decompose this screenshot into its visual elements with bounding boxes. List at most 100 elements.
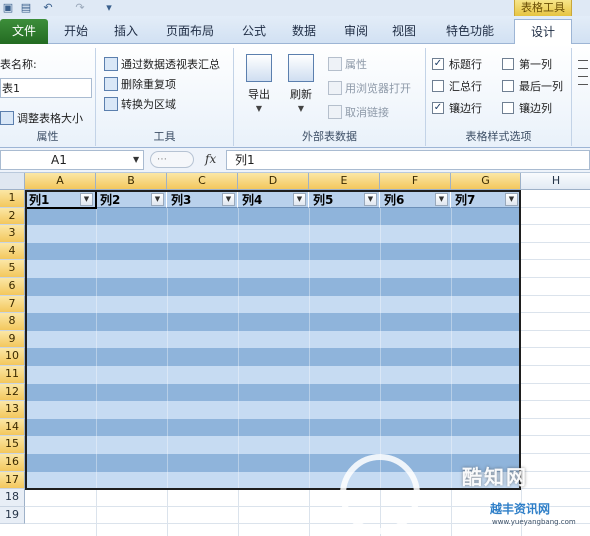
table-data-row[interactable]: [25, 436, 521, 454]
table-data-row[interactable]: [25, 278, 521, 296]
header-row-checkbox[interactable]: ✓ 标题行: [432, 56, 482, 72]
row-header[interactable]: 3: [0, 225, 25, 243]
row-header[interactable]: 16: [0, 454, 25, 472]
tab-view[interactable]: 视图: [384, 19, 424, 44]
table-data-row[interactable]: [25, 401, 521, 419]
banded-rows-checkbox[interactable]: ✓ 镶边行: [432, 100, 482, 116]
table-header-cell[interactable]: 列7 ▼: [451, 191, 521, 208]
column-header-f[interactable]: F: [380, 173, 451, 190]
unlink-button[interactable]: 取消链接: [328, 104, 389, 120]
filter-dropdown-icon[interactable]: ▼: [222, 192, 235, 206]
row-header[interactable]: 12: [0, 383, 25, 402]
row-header[interactable]: 10: [0, 348, 25, 366]
filter-dropdown-icon[interactable]: ▼: [293, 192, 306, 206]
row-header[interactable]: 8: [0, 313, 25, 331]
unlink-label: 取消链接: [345, 106, 389, 119]
row-header[interactable]: 1: [0, 190, 25, 208]
tab-page-layout[interactable]: 页面布局: [160, 19, 220, 44]
worksheet-grid[interactable]: A B C D E F G H 1 2 3 4 5 6 7 8 9 10 11 12 13 14 15 16 1…: [0, 173, 590, 536]
name-box-dropdown-icon[interactable]: ▼: [133, 155, 139, 164]
filter-dropdown-icon[interactable]: ▼: [151, 192, 164, 206]
active-cell-cursor: [25, 190, 97, 209]
column-header-d[interactable]: D: [238, 173, 309, 190]
tab-home[interactable]: 开始: [56, 19, 96, 44]
first-column-checkbox[interactable]: 第一列: [502, 56, 552, 72]
convert-to-range-button[interactable]: 转换为区域: [104, 96, 176, 112]
properties-button[interactable]: 属性: [328, 56, 367, 72]
open-in-browser-label: 用浏览器打开: [345, 82, 411, 95]
row-header[interactable]: 14: [0, 418, 25, 437]
tab-special-features[interactable]: 特色功能: [440, 19, 500, 44]
table-data-row[interactable]: [25, 313, 521, 331]
column-header-a[interactable]: A: [25, 173, 96, 190]
select-all-corner[interactable]: [0, 173, 25, 190]
export-button[interactable]: 导出 ▼: [246, 54, 272, 113]
table-data-row[interactable]: [25, 471, 521, 490]
table-data-row[interactable]: [25, 330, 521, 349]
filter-dropdown-icon[interactable]: ▼: [505, 192, 518, 206]
tab-review[interactable]: 审阅: [336, 19, 376, 44]
tab-formulas[interactable]: 公式: [234, 19, 274, 44]
row-header[interactable]: 2: [0, 207, 25, 226]
gridline: [380, 489, 381, 536]
gridline: [238, 489, 239, 536]
column-header-g[interactable]: G: [451, 173, 521, 190]
table-data-row[interactable]: [25, 418, 521, 437]
formula-input[interactable]: 列1: [226, 150, 590, 170]
filter-dropdown-icon[interactable]: ▼: [435, 192, 448, 206]
last-column-box: [502, 80, 514, 92]
resize-table-button[interactable]: 调整表格大小: [0, 110, 83, 126]
refresh-button[interactable]: 刷新 ▼: [288, 54, 314, 113]
banded-columns-checkbox[interactable]: 镶边列: [502, 100, 552, 116]
column-header-b[interactable]: B: [96, 173, 167, 190]
row-header[interactable]: 19: [0, 506, 25, 525]
row-header[interactable]: 7: [0, 295, 25, 314]
row-header[interactable]: 6: [0, 278, 25, 296]
open-in-browser-button[interactable]: 用浏览器打开: [328, 80, 411, 96]
remove-duplicates-button[interactable]: 删除重复项: [104, 76, 176, 92]
table-data-row[interactable]: [25, 225, 521, 243]
row-header[interactable]: 9: [0, 330, 25, 349]
formula-bar-resize-handle[interactable]: ⋯: [150, 151, 194, 168]
row-header[interactable]: 18: [0, 489, 25, 507]
table-data-row[interactable]: [25, 454, 521, 472]
table-styles-gallery[interactable]: [576, 56, 590, 106]
table-data-row[interactable]: [25, 260, 521, 278]
table-header-cell[interactable]: 列4 ▼: [238, 191, 309, 208]
undo-icon[interactable]: ↶: [42, 1, 54, 14]
tab-file[interactable]: 文件: [0, 19, 48, 44]
redo-icon[interactable]: ↷: [74, 1, 86, 14]
row-header[interactable]: 5: [0, 260, 25, 278]
table-data-row[interactable]: [25, 207, 521, 226]
table-data-row[interactable]: [25, 295, 521, 314]
tab-insert[interactable]: 插入: [106, 19, 146, 44]
group-properties: 表名称: 表1 调整表格大小 属性: [0, 48, 96, 146]
save-icon[interactable]: ▤: [20, 1, 32, 14]
row-header[interactable]: 11: [0, 366, 25, 384]
column-header-c[interactable]: C: [167, 173, 238, 190]
table-header-cell[interactable]: 列5 ▼: [309, 191, 380, 208]
filter-dropdown-icon[interactable]: ▼: [364, 192, 377, 206]
insert-function-icon[interactable]: fx: [205, 152, 216, 166]
table-header-cell[interactable]: 列3 ▼: [167, 191, 238, 208]
table-data-row[interactable]: [25, 242, 521, 261]
pivot-summary-button[interactable]: 通过数据透视表汇总: [104, 56, 220, 72]
customize-qat-icon[interactable]: ▾: [104, 1, 114, 14]
table-header-cell[interactable]: 列2 ▼: [96, 191, 167, 208]
table-name-input[interactable]: 表1: [0, 78, 92, 98]
name-box[interactable]: A1: [0, 150, 144, 170]
row-header[interactable]: 15: [0, 436, 25, 454]
last-column-checkbox[interactable]: 最后一列: [502, 78, 563, 94]
tab-data[interactable]: 数据: [284, 19, 324, 44]
row-header[interactable]: 4: [0, 242, 25, 261]
table-data-row[interactable]: [25, 366, 521, 384]
total-row-checkbox[interactable]: 汇总行: [432, 78, 482, 94]
tab-design[interactable]: 设计: [514, 19, 572, 45]
row-header[interactable]: 17: [0, 471, 25, 490]
table-data-row[interactable]: [25, 348, 521, 366]
table-data-row[interactable]: [25, 383, 521, 402]
column-header-e[interactable]: E: [309, 173, 380, 190]
column-header-h[interactable]: H: [521, 173, 590, 190]
table-header-cell[interactable]: 列6 ▼: [380, 191, 451, 208]
row-header[interactable]: 13: [0, 401, 25, 419]
